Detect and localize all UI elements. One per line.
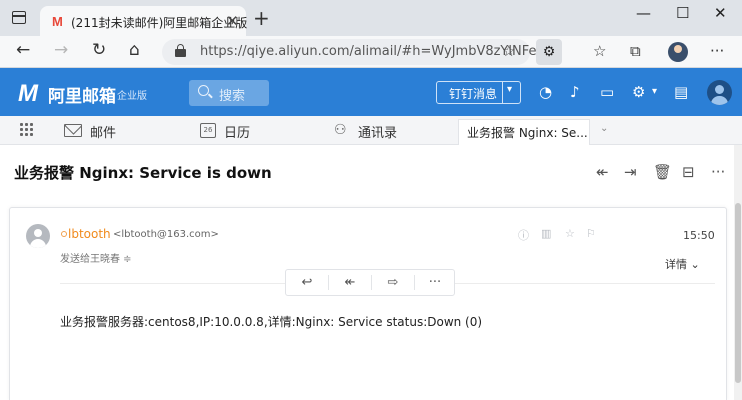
chevron-down-icon[interactable]: ▾ bbox=[507, 84, 512, 95]
tabs-chevron-icon[interactable]: ⌄ bbox=[600, 123, 608, 134]
message-card: lbtooth <lbtooth@163.com> 发送给王晓春 ≑ ⓘ ▥ ☆… bbox=[9, 207, 727, 400]
details-toggle[interactable]: 详情 ⌄ bbox=[665, 256, 700, 272]
mail-header: M 阿里邮箱 企业版 搜索 钉钉消息 ▾ ◔ ♪ ▭ ⚙ ▾ ▤ bbox=[0, 68, 742, 116]
tab-actions-icon[interactable] bbox=[12, 11, 26, 24]
favorite-star-icon[interactable]: ☆ bbox=[502, 42, 515, 60]
forward-icon[interactable]: ⇨ bbox=[372, 270, 414, 295]
browser-tab-active[interactable]: M (211封未读邮件)阿里邮箱企业版 ✕ bbox=[40, 6, 248, 36]
maximize-icon[interactable]: ☐ bbox=[676, 4, 689, 22]
close-window-icon[interactable]: ✕ bbox=[714, 4, 727, 22]
subnav-contacts[interactable]: 通讯录 bbox=[358, 122, 397, 141]
more-menu-icon[interactable]: ··· bbox=[710, 42, 724, 60]
move-to-folder-icon[interactable]: ⇥ bbox=[624, 163, 637, 181]
dingtalk-label: 钉钉消息 bbox=[449, 87, 498, 101]
contacts-icon: ⚇ bbox=[334, 122, 347, 138]
scroll-thumb[interactable] bbox=[735, 203, 741, 383]
recipient-line[interactable]: 发送给王晓春 ≑ bbox=[60, 250, 132, 265]
flag-icon[interactable]: ⚐ bbox=[586, 227, 596, 240]
browser-tab-title: (211封未读邮件)阿里邮箱企业版 bbox=[71, 16, 248, 30]
search-icon bbox=[198, 85, 209, 96]
search-placeholder: 搜索 bbox=[219, 89, 246, 104]
lock-icon bbox=[175, 44, 186, 57]
apps-grid-icon[interactable] bbox=[20, 123, 34, 137]
collections-icon[interactable]: ⧉ bbox=[630, 42, 641, 60]
subnav-mail[interactable]: 邮件 bbox=[90, 122, 116, 141]
sender-status-icon bbox=[61, 231, 67, 237]
dingtalk-divider bbox=[502, 82, 503, 103]
browser-tabstrip: M (211封未读邮件)阿里邮箱企业版 ✕ + — ☐ ✕ bbox=[0, 0, 742, 36]
label-tag-icon[interactable]: ▥ bbox=[541, 227, 551, 240]
app-subnav: 邮件 26 日历 ⚇ 通讯录 业务报警 Nginx: Se... ⌄ bbox=[0, 116, 742, 145]
extension-icon[interactable]: ⚙ bbox=[536, 39, 562, 65]
forward-arrow-icon[interactable]: → bbox=[54, 40, 68, 60]
quick-actions: ↩ ↞ ⇨ ··· bbox=[285, 269, 455, 296]
minimize-icon[interactable]: — bbox=[636, 4, 651, 22]
dingtalk-messages-button[interactable]: 钉钉消息 ▾ bbox=[436, 81, 521, 104]
sender-email: <lbtooth@163.com> bbox=[113, 229, 219, 240]
reply-icon[interactable]: ↩ bbox=[286, 270, 328, 295]
aliyun-mail-logo-icon: M bbox=[18, 80, 38, 107]
subnav-calendar[interactable]: 日历 bbox=[224, 122, 250, 141]
message-time: 15:50 bbox=[683, 229, 715, 242]
open-message-tab-label: 业务报警 Nginx: Se... bbox=[467, 126, 588, 140]
message-subject: 业务报警 Nginx: Service is down bbox=[14, 164, 272, 182]
sender-name[interactable]: lbtooth bbox=[68, 227, 111, 241]
open-message-tab[interactable]: 业务报警 Nginx: Se... bbox=[458, 119, 590, 145]
logo-text: 阿里邮箱 bbox=[48, 87, 116, 107]
address-url: https://qiye.aliyun.com/alimail/#h=WyJmb… bbox=[200, 44, 549, 59]
back-arrow-icon[interactable]: ← bbox=[16, 40, 30, 60]
mail-favicon-icon: M bbox=[52, 14, 63, 29]
settings-chevron-icon[interactable]: ▾ bbox=[652, 86, 657, 97]
favorites-icon[interactable]: ☆ bbox=[593, 42, 606, 60]
refresh-icon[interactable]: ↻ bbox=[92, 40, 106, 60]
message-icon[interactable]: ▤ bbox=[674, 83, 688, 101]
new-tab-button[interactable]: + bbox=[253, 6, 270, 30]
browser-toolbar: ← → ↻ ⌂ https://qiye.aliyun.com/alimail/… bbox=[0, 36, 742, 68]
device-icon[interactable]: ▭ bbox=[600, 83, 614, 101]
print-icon[interactable]: ⊟ bbox=[682, 163, 695, 181]
bell-icon[interactable]: ♪ bbox=[570, 83, 580, 101]
star-icon[interactable]: ☆ bbox=[565, 227, 575, 240]
sender-avatar[interactable] bbox=[26, 224, 50, 248]
search-input[interactable]: 搜索 bbox=[189, 80, 269, 106]
close-tab-icon[interactable]: ✕ bbox=[226, 12, 239, 30]
scrollbar[interactable] bbox=[734, 145, 742, 400]
gear-icon[interactable]: ⚙ bbox=[632, 83, 645, 101]
home-icon[interactable]: ⌂ bbox=[129, 40, 140, 60]
user-avatar[interactable] bbox=[707, 80, 732, 105]
delete-icon[interactable]: 🗑 bbox=[653, 163, 672, 181]
mail-icon bbox=[64, 124, 82, 137]
reply-all-quick-icon[interactable]: ↞ bbox=[329, 270, 371, 295]
profile-avatar[interactable] bbox=[668, 42, 688, 62]
address-bar[interactable]: https://qiye.aliyun.com/alimail/#h=WyJmb… bbox=[162, 39, 549, 65]
logo-edition: 企业版 bbox=[117, 91, 147, 102]
more-actions-icon[interactable]: ··· bbox=[711, 163, 725, 181]
more-quick-actions-icon[interactable]: ··· bbox=[414, 270, 456, 295]
reply-all-icon[interactable]: ↞ bbox=[596, 163, 609, 181]
compass-icon[interactable]: ◔ bbox=[539, 83, 552, 101]
calendar-icon: 26 bbox=[200, 123, 216, 138]
message-body: 业务报警服务器:centos8,IP:10.0.0.8,详情:Nginx: Se… bbox=[60, 315, 483, 329]
info-icon[interactable]: ⓘ bbox=[518, 227, 529, 243]
